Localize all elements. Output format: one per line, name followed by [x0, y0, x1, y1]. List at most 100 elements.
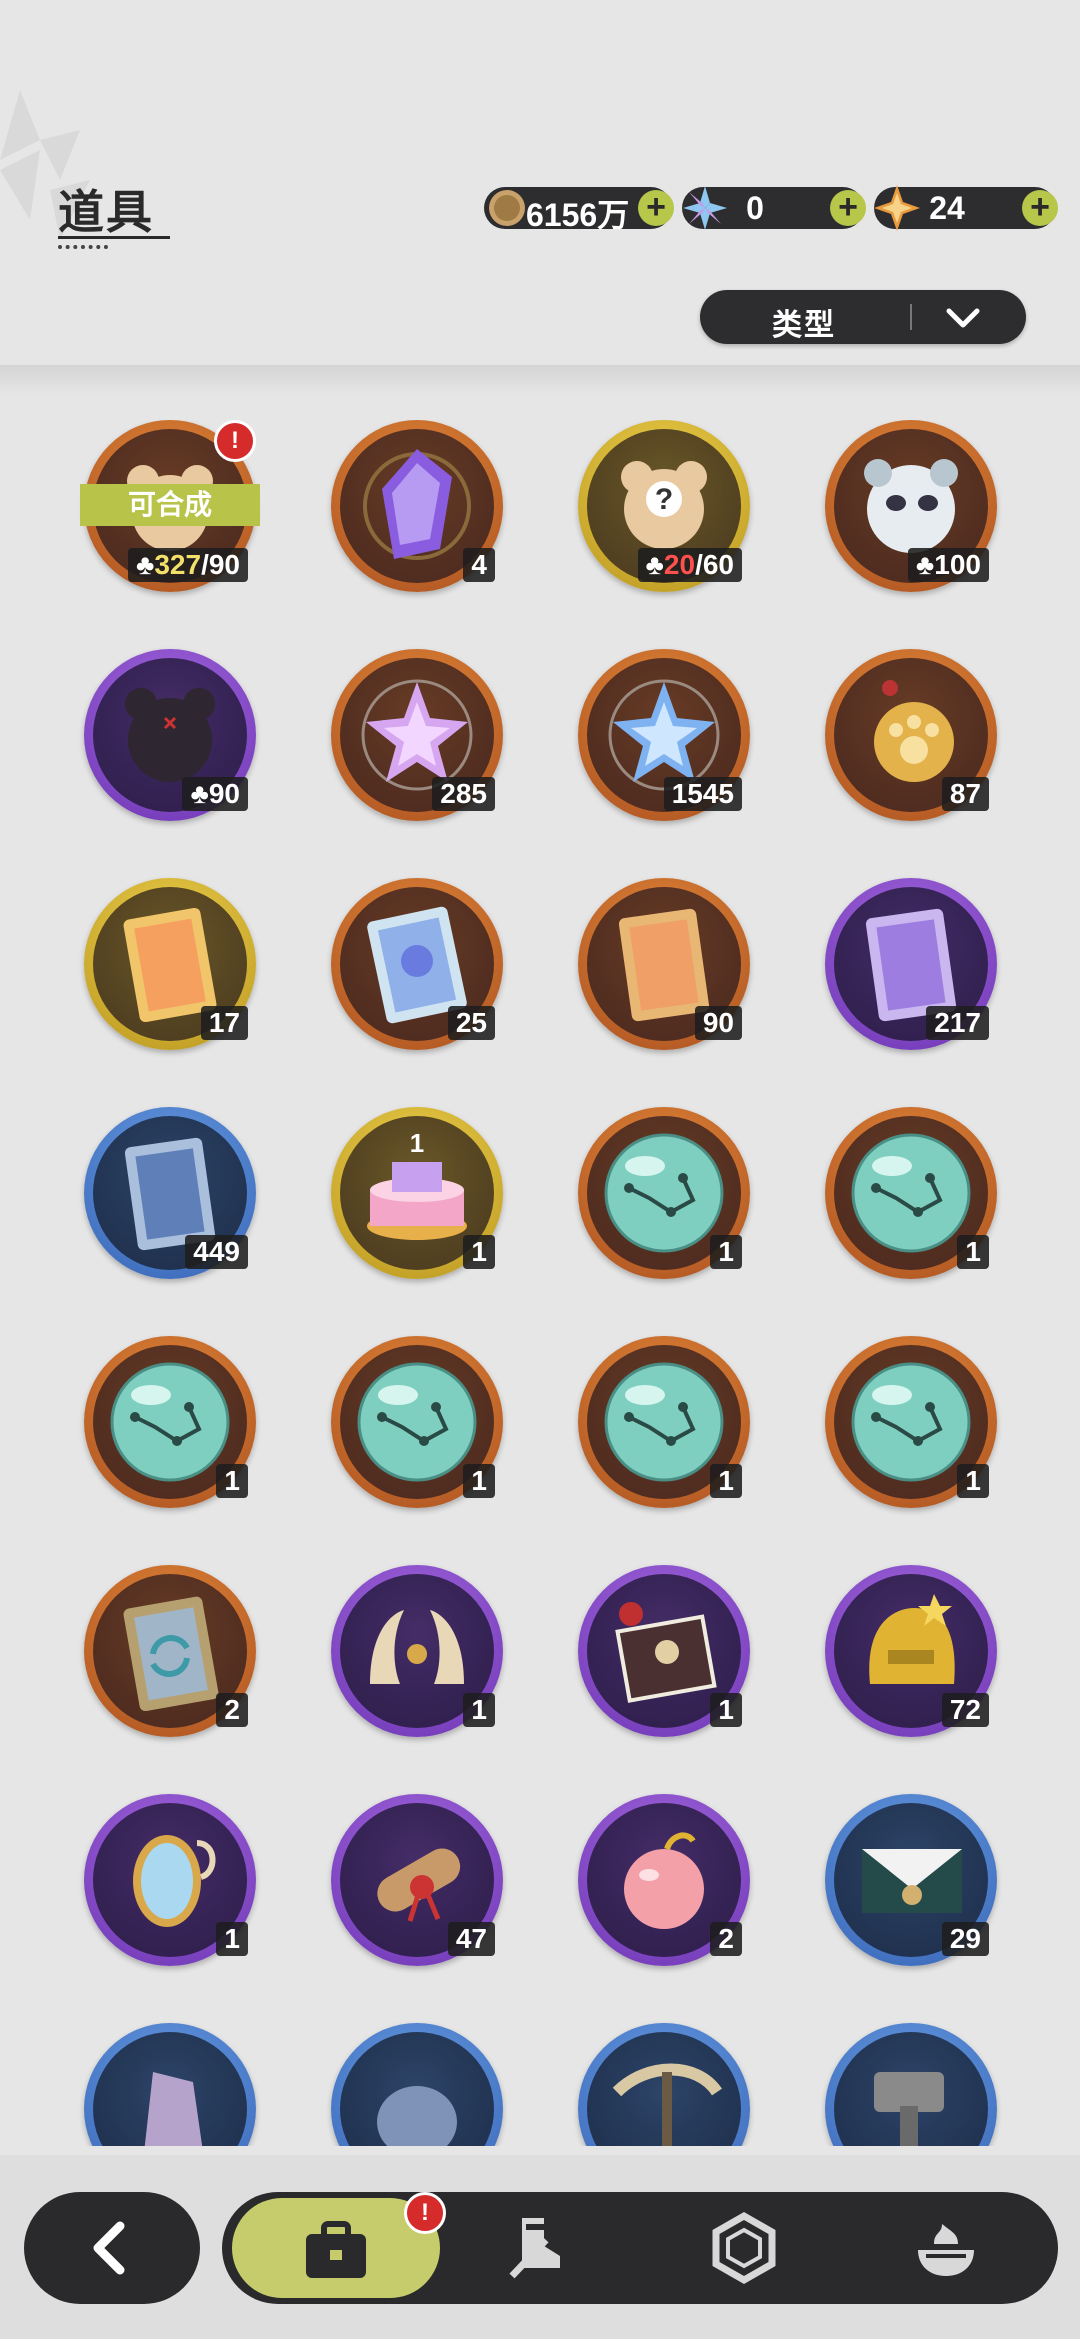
item-count: 90: [694, 1006, 742, 1040]
count-value: 1: [718, 1694, 734, 1725]
count-value: 90: [208, 778, 240, 809]
count-value: 25: [455, 1007, 487, 1038]
item-paw-medal[interactable]: 87: [825, 649, 997, 821]
add-stargem-button[interactable]: +: [1022, 190, 1058, 226]
page-title: 道具: [58, 186, 154, 238]
back-arrow-icon: [93, 2221, 125, 2275]
item-scroll[interactable]: 47: [331, 1794, 503, 1966]
filter-label: 类型: [772, 309, 836, 342]
item-pink-apple[interactable]: 2: [578, 1794, 750, 1966]
item-orb-6[interactable]: 1: [825, 1336, 997, 1508]
count-value: 2: [224, 1694, 240, 1725]
item-blue-star-crystal[interactable]: 1545: [578, 649, 750, 821]
item-count: 1545: [663, 777, 742, 811]
count-value: 1: [718, 1465, 734, 1496]
count-value: 72: [949, 1694, 981, 1725]
item-magic-mirror[interactable]: 1: [84, 1794, 256, 1966]
count-value: 1545: [671, 778, 734, 809]
knight-boot-sword-icon[interactable]: [500, 2210, 576, 2286]
back-button[interactable]: [24, 2192, 200, 2304]
item-count: 87: [941, 777, 989, 811]
can-synthesize-label: 可合成: [80, 484, 260, 526]
count-value: 2: [718, 1923, 734, 1954]
count-value: 29: [949, 1923, 981, 1954]
item-count: 1: [463, 1235, 495, 1269]
item-gold-helmet[interactable]: 72: [825, 1565, 997, 1737]
fragment-icon: ♣: [190, 778, 209, 809]
add-gold-button[interactable]: +: [638, 190, 674, 226]
currency-crystal: 0 +: [682, 186, 866, 230]
count-value: 1: [471, 1465, 487, 1496]
title-dots: [58, 245, 108, 249]
item-orb-2[interactable]: 1: [825, 1107, 997, 1279]
item-purple-crystal-card[interactable]: 4: [331, 420, 503, 592]
count-value: 1: [471, 1694, 487, 1725]
item-count: 4: [463, 548, 495, 582]
item-orb-3[interactable]: 1: [84, 1336, 256, 1508]
item-birthday-cake[interactable]: 11: [331, 1107, 503, 1279]
item-count: 1: [710, 1693, 742, 1727]
add-crystal-button[interactable]: +: [830, 190, 866, 226]
count-value: 90: [702, 1007, 734, 1038]
item-hammer[interactable]: [825, 2023, 997, 2146]
item-envelope[interactable]: 29: [825, 1794, 997, 1966]
pickaxe-icon: [612, 2063, 722, 2146]
fragment-icon: ♣: [915, 549, 935, 580]
fragment-icon: ♣: [135, 549, 155, 580]
item-orange-card[interactable]: 90: [578, 878, 750, 1050]
item-panda-fragment[interactable]: ♣100: [825, 420, 997, 592]
item-count: 72: [941, 1693, 989, 1727]
item-count: 1: [216, 1922, 248, 1956]
item-purple-shard[interactable]: [84, 2023, 256, 2146]
count-value: 217: [934, 1007, 981, 1038]
item-count: 1: [710, 1235, 742, 1269]
item-mystery-fragment[interactable]: ? ♣20/60: [578, 420, 750, 592]
item-gold-card[interactable]: 17: [84, 878, 256, 1050]
item-pickaxe[interactable]: [578, 2023, 750, 2146]
item-bear-fragment[interactable]: 可合成 ♣327/90!: [80, 420, 260, 592]
item-count: ♣100: [907, 548, 989, 582]
fragment-icon: ♣: [645, 549, 664, 580]
count-value: 1: [965, 1465, 981, 1496]
item-purple-card[interactable]: 217: [825, 878, 997, 1050]
item-reset-card[interactable]: 2: [84, 1565, 256, 1737]
gold-coin-icon: [489, 190, 525, 226]
item-count: 17: [200, 1006, 248, 1040]
item-dark-bear-fragment[interactable]: ♣90: [84, 649, 256, 821]
svg-text:1: 1: [410, 1128, 424, 1158]
item-count: 1: [957, 1235, 989, 1269]
item-gift-box[interactable]: 1: [578, 1565, 750, 1737]
count-value: 17: [208, 1007, 240, 1038]
gold-amount: 6156万: [526, 197, 630, 233]
count-owned: 327: [154, 549, 202, 580]
filter-separator: [910, 304, 912, 330]
items-tab-alert-badge: !: [404, 2192, 446, 2234]
count-value: 4: [471, 549, 487, 580]
item-orb-1[interactable]: 1: [578, 1107, 750, 1279]
count-value: 449: [193, 1236, 240, 1267]
item-count: 25: [447, 1006, 495, 1040]
item-orb-4[interactable]: 1: [331, 1336, 503, 1508]
count-value: 1: [965, 1236, 981, 1267]
hexagon-gem-icon[interactable]: [706, 2210, 782, 2286]
item-count: 2: [710, 1922, 742, 1956]
item-holo-card[interactable]: 25: [331, 878, 503, 1050]
item-pink-star-crystal[interactable]: 285: [331, 649, 503, 821]
count-value: 1: [224, 1923, 240, 1954]
cauldron-icon[interactable]: [908, 2210, 984, 2286]
item-orb-5[interactable]: 1: [578, 1336, 750, 1508]
item-golden-horns[interactable]: 1: [331, 1565, 503, 1737]
hammer-icon: [874, 2072, 944, 2146]
count-value: 100: [934, 549, 981, 580]
count-value: 1: [224, 1465, 240, 1496]
type-filter-dropdown[interactable]: 类型: [700, 290, 1026, 344]
item-blue-card[interactable]: 449: [84, 1107, 256, 1279]
item-blue-ore[interactable]: [331, 2023, 503, 2146]
item-count: 1: [463, 1464, 495, 1498]
item-grid: 可合成 ♣327/90! 4? ♣20/60 ♣100 ♣90 285 1545 87 17 25 9…: [0, 420, 1080, 2146]
count-value: 285: [440, 778, 487, 809]
stargem-amount: 24: [929, 190, 965, 226]
item-count: 29: [941, 1922, 989, 1956]
count-value: 47: [455, 1923, 487, 1954]
item-count: 2: [216, 1693, 248, 1727]
